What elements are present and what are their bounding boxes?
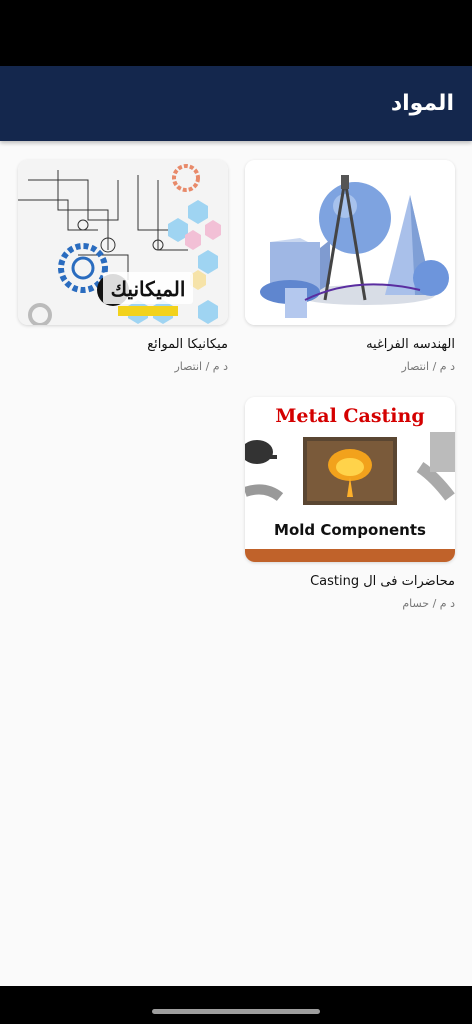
metal-casting-icon: Metal Casting Mold Components [245,397,455,562]
app-bar: المواد [0,66,472,141]
course-thumbnail: الميكانيك [18,160,228,325]
mechanics-logo-text: الميكانيك [111,277,186,301]
course-title: ميكانيكا الموائع [147,337,228,352]
course-instructor: د م / انتصار [401,360,455,373]
casting-caption: Mold Components [274,521,426,539]
course-card-geometry[interactable]: الهندسه الفراغيه د م / انتصار [245,160,455,373]
page-title: المواد [390,91,454,116]
system-nav-bar [0,986,472,1024]
course-instructor: د م / انتصار [174,360,228,373]
course-title: الهندسه الفراغيه [366,337,455,352]
mechanics-gears-icon: الميكانيك [18,160,228,325]
home-indicator[interactable] [152,1009,320,1014]
geometry-shapes-icon [245,160,455,325]
course-title: محاضرات فى ال Casting [310,574,455,589]
course-card-casting[interactable]: Metal Casting Mold Components محاضرات فى… [245,397,455,610]
status-bar [0,0,472,66]
course-thumbnail [245,160,455,325]
course-instructor: د م / حسام [402,597,455,610]
course-card-mechanics[interactable]: الميكانيك ميكانيكا الموائع د م / انتصار [18,160,228,373]
casting-heading: Metal Casting [275,405,424,427]
course-thumbnail: Metal Casting Mold Components [245,397,455,562]
